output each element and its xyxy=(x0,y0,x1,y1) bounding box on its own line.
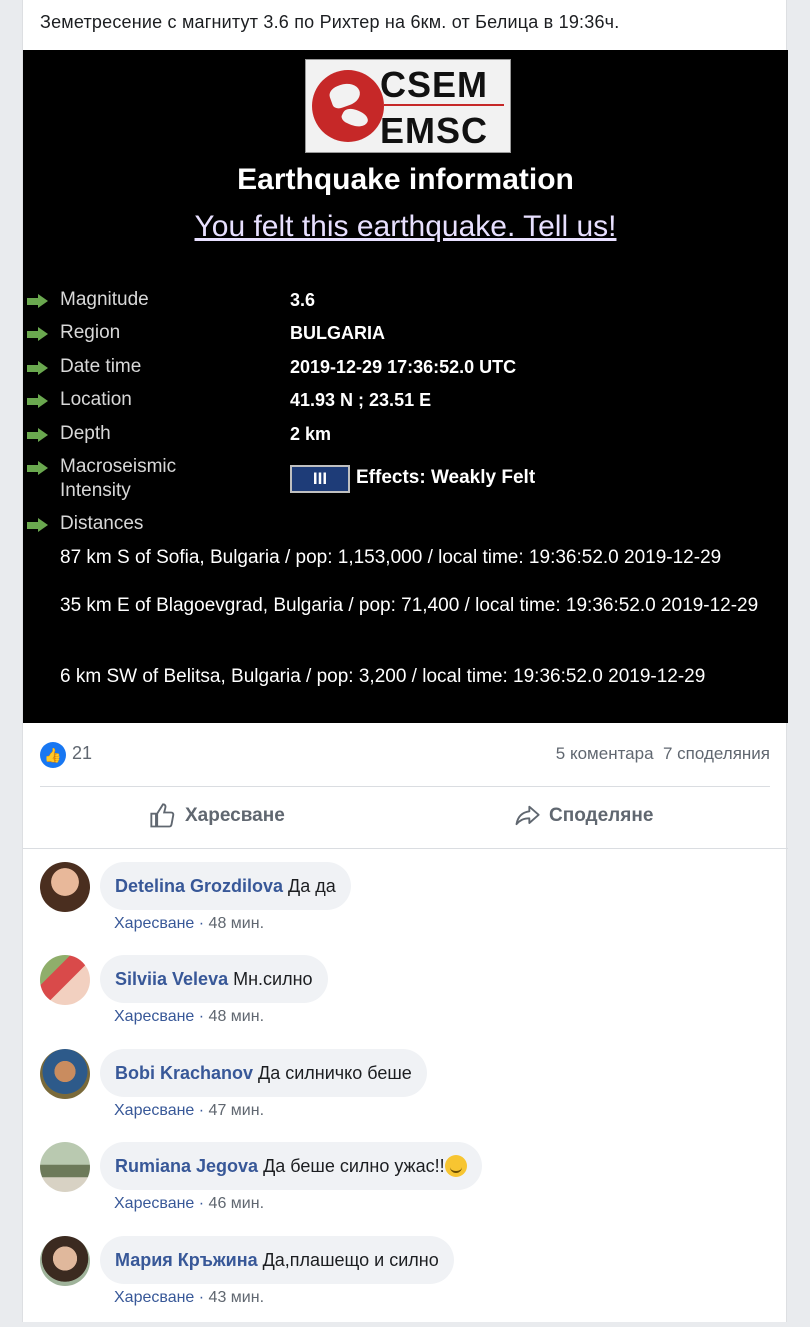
comment-meta: Харесване · 43 мин. xyxy=(114,1289,265,1306)
csem-emsc-logo: CSEM EMSC xyxy=(305,59,511,153)
field-magnitude: Magnitude 3.6 xyxy=(23,288,788,318)
comment-time[interactable]: 47 мин. xyxy=(209,1102,264,1119)
field-label: Date time xyxy=(60,356,142,377)
comment-text: Мн.силно xyxy=(233,968,313,989)
post-stats: 👍 21 5 коментара 7 споделяния xyxy=(23,733,788,777)
comment-bubble: Bobi Krachanov Да силничко беше xyxy=(100,1049,427,1097)
share-button[interactable]: Споделяне xyxy=(513,802,653,830)
comment-like-link[interactable]: Харесване xyxy=(114,1289,194,1306)
comment-text: Да да xyxy=(288,875,336,896)
distance-item: 87 km S of Sofia, Bulgaria / pop: 1,153,… xyxy=(60,547,722,568)
globe-icon xyxy=(312,70,384,142)
divider xyxy=(40,786,770,787)
comment-like-link[interactable]: Харесване xyxy=(114,915,194,932)
like-button[interactable]: Харесване xyxy=(149,802,285,830)
field-label: Depth xyxy=(60,423,111,444)
post-card: Земетресение с магнитут 3.6 по Рихтер на… xyxy=(22,0,788,1322)
comment-bubble: Мария Кръжина Да,плашещо и силно xyxy=(100,1236,454,1284)
like-reaction-icon[interactable]: 👍 xyxy=(40,742,66,768)
comment-text: Да,плашещо и силно xyxy=(262,1249,439,1270)
felt-earthquake-link[interactable]: You felt this earthquake. Tell us! xyxy=(23,210,788,244)
share-button-label: Споделяне xyxy=(549,805,654,826)
green-arrow-icon xyxy=(27,394,49,408)
field-value: 2019-12-29 17:36:52.0 UTC xyxy=(290,357,517,377)
comment-item: Bobi Krachanov Да силничко беше Харесван… xyxy=(23,1049,788,1139)
green-arrow-icon xyxy=(27,518,49,532)
field-value: 3.6 xyxy=(290,290,316,310)
avatar[interactable] xyxy=(40,862,90,912)
comment-item: Silviia Veleva Мн.силно Харесване · 48 м… xyxy=(23,955,788,1045)
post-text: Земетресение с магнитут 3.6 по Рихтер на… xyxy=(40,12,620,32)
field-label: Distances xyxy=(60,513,144,534)
intensity-level-badge: III xyxy=(290,465,350,493)
comment-count[interactable]: 5 коментара xyxy=(556,744,654,763)
comment-meta: Харесване · 46 мин. xyxy=(114,1195,265,1212)
commenter-name[interactable]: Мария Кръжина xyxy=(115,1250,258,1271)
comment-bubble: Detelina Grozdilova Да да xyxy=(100,862,351,910)
field-value: 41.93 N ; 23.51 E xyxy=(290,390,432,410)
comment-meta: Харесване · 47 мин. xyxy=(114,1102,265,1119)
comment-meta: Харесване · 48 мин. xyxy=(114,1008,265,1025)
comment-time[interactable]: 48 мин. xyxy=(209,1008,264,1025)
avatar[interactable] xyxy=(40,955,90,1005)
like-button-label: Харесване xyxy=(185,805,285,826)
comment-item: Detelina Grozdilova Да да Харесване · 48… xyxy=(23,862,788,952)
field-label: Magnitude xyxy=(60,289,149,310)
green-arrow-icon xyxy=(27,428,49,442)
post-actions: Харесване Споделяне xyxy=(23,790,788,846)
comment-meta: Харесване · 48 мин. xyxy=(114,915,265,932)
green-arrow-icon xyxy=(27,361,49,375)
comment-bubble: Silviia Veleva Мн.силно xyxy=(100,955,328,1003)
comment-bubble: Rumiana Jegova Да беше силно ужас!! xyxy=(100,1142,482,1190)
field-label: Region xyxy=(60,322,121,343)
avatar[interactable] xyxy=(40,1049,90,1099)
avatar[interactable] xyxy=(40,1142,90,1192)
share-arrow-icon xyxy=(515,805,540,826)
commenter-name[interactable]: Rumiana Jegova xyxy=(115,1156,258,1177)
comment-item: Rumiana Jegova Да беше силно ужас!! Харе… xyxy=(23,1142,788,1232)
green-arrow-icon xyxy=(27,327,49,341)
field-distances: Distances xyxy=(23,512,788,542)
field-value: 2 km xyxy=(290,424,332,444)
share-count[interactable]: 7 споделяния xyxy=(663,744,770,763)
distance-item: 6 km SW of Belitsa, Bulgaria / pop: 3,20… xyxy=(60,666,706,687)
comments-shares-count: 5 коментара 7 споделяния xyxy=(556,744,770,764)
field-date-time: Date time 2019-12-29 17:36:52.0 UTC xyxy=(23,355,788,385)
comment-like-link[interactable]: Харесване xyxy=(114,1008,194,1025)
divider xyxy=(23,848,788,849)
intensity-label-line2: Intensity xyxy=(60,480,131,501)
smile-emoji-icon xyxy=(444,1155,467,1177)
intensity-effects: Effects: Weakly Felt xyxy=(356,467,536,488)
earthquake-title: Earthquake information xyxy=(237,163,574,196)
intensity-label-line1: Macroseismic xyxy=(60,456,177,477)
thumbs-up-icon xyxy=(150,803,175,828)
comment-time[interactable]: 48 мин. xyxy=(209,915,264,932)
field-location: Location 41.93 N ; 23.51 E xyxy=(23,388,788,418)
field-label: Location xyxy=(60,389,132,410)
logo-text-csem: CSEM xyxy=(380,64,489,105)
comment-like-link[interactable]: Харесване xyxy=(114,1102,194,1119)
logo-text-emsc: EMSC xyxy=(380,110,489,151)
comment-item: Мария Кръжина Да,плашещо и силно Харесва… xyxy=(23,1236,788,1326)
earthquake-info-image[interactable]: CSEM EMSC Earthquake information You fel… xyxy=(23,50,788,723)
avatar[interactable] xyxy=(40,1236,90,1286)
comment-like-link[interactable]: Харесване xyxy=(114,1195,194,1212)
commenter-name[interactable]: Silviia Veleva xyxy=(115,969,228,990)
comment-time[interactable]: 46 мин. xyxy=(209,1195,264,1212)
commenter-name[interactable]: Bobi Krachanov xyxy=(115,1063,253,1084)
green-arrow-icon xyxy=(27,461,49,475)
comment-text: Да беше силно ужас!! xyxy=(263,1155,445,1176)
field-region: Region BULGARIA xyxy=(23,321,788,351)
green-arrow-icon xyxy=(27,294,49,308)
like-count[interactable]: 21 xyxy=(72,743,92,764)
comment-text: Да силничко беше xyxy=(258,1062,412,1083)
field-depth: Depth 2 km xyxy=(23,422,788,452)
commenter-name[interactable]: Detelina Grozdilova xyxy=(115,876,283,897)
field-value: BULGARIA xyxy=(290,323,385,343)
distance-item: 35 km E of Blagoevgrad, Bulgaria / pop: … xyxy=(60,595,759,616)
comment-time[interactable]: 43 мин. xyxy=(209,1289,264,1306)
